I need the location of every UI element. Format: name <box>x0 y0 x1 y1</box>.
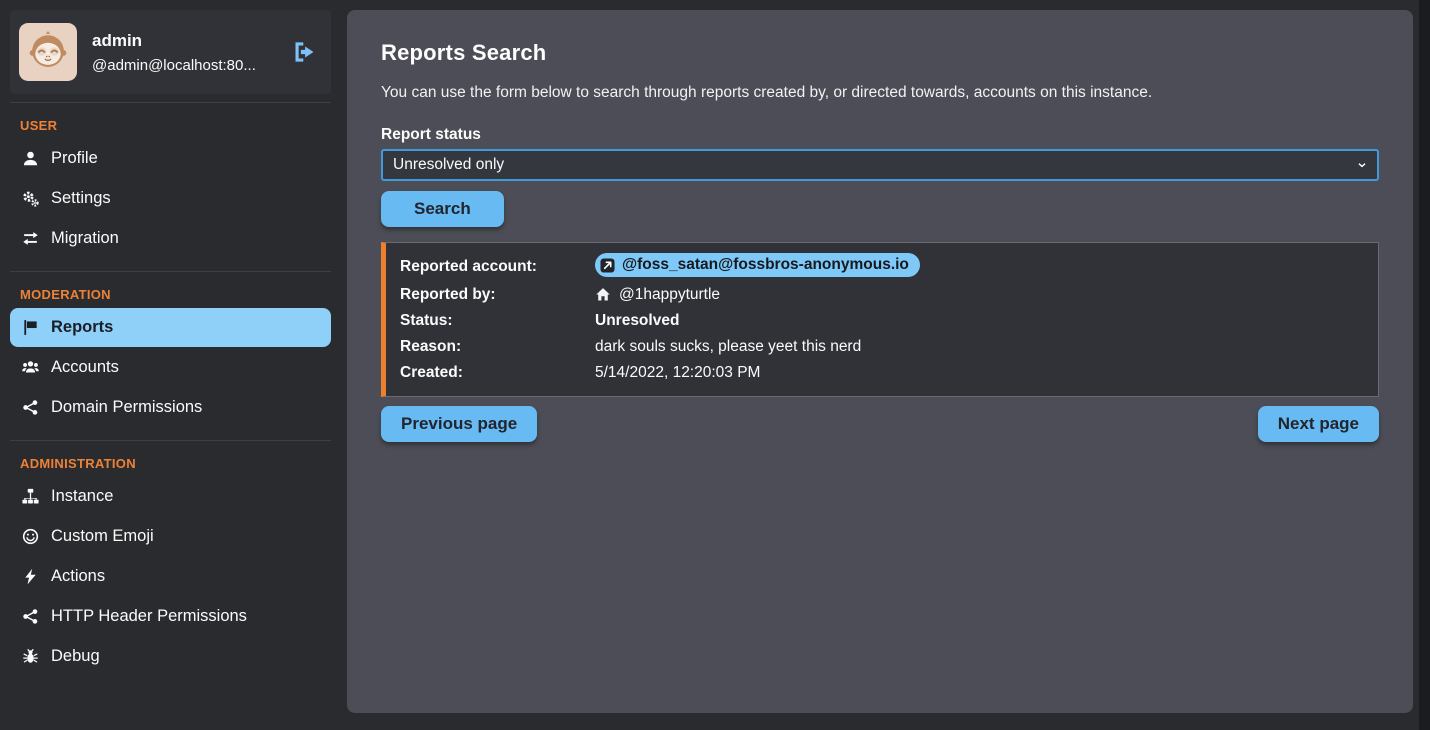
reporter-handle: @1happyturtle <box>619 282 720 308</box>
share-nodes-icon <box>20 399 40 416</box>
report-row-label: Reported account: <box>400 254 595 280</box>
report-status-label: Report status <box>381 126 1379 144</box>
sitemap-icon <box>20 488 40 505</box>
report-reason-value: dark souls sucks, please yeet this nerd <box>595 334 1364 360</box>
home-icon <box>595 287 611 302</box>
scrollbar-track[interactable] <box>1419 0 1430 730</box>
share-nodes-icon <box>20 608 40 625</box>
report-row-reported-by: Reported by: @1happyturtle <box>400 282 1364 308</box>
report-card[interactable]: Reported account: @foss_satan@fossbros-a… <box>381 242 1379 397</box>
sidebar-item-accounts[interactable]: Accounts <box>10 348 331 387</box>
report-row-label: Status: <box>400 308 595 334</box>
user-icon <box>20 150 40 167</box>
sidebar-item-migration[interactable]: Migration <box>10 219 331 258</box>
report-row-status: Status: Unresolved <box>400 308 1364 334</box>
sidebar-item-custom-emoji[interactable]: Custom Emoji <box>10 517 331 556</box>
sidebar-item-profile[interactable]: Profile <box>10 139 331 178</box>
sidebar-item-actions[interactable]: Actions <box>10 557 331 596</box>
nav-section-header: MODERATION <box>10 278 331 307</box>
users-icon <box>20 359 40 376</box>
nav-section-header: ADMINISTRATION <box>10 447 331 476</box>
sidebar-item-reports[interactable]: Reports <box>10 308 331 347</box>
bug-icon <box>20 648 40 665</box>
logout-button[interactable] <box>291 39 317 65</box>
sign-out-icon <box>291 40 317 64</box>
report-created-value: 5/14/2022, 12:20:03 PM <box>595 360 1364 386</box>
sidebar-nav: USER Profile <box>10 102 331 689</box>
previous-page-button[interactable]: Previous page <box>381 406 537 442</box>
reported-account-handle: @foss_satan@fossbros-anonymous.io <box>622 254 909 276</box>
exchange-arrows-icon <box>20 230 40 247</box>
sidebar-item-label: Custom Emoji <box>51 527 154 546</box>
external-link-icon <box>600 258 615 273</box>
sidebar-item-label: Instance <box>51 487 113 506</box>
report-row-label: Created: <box>400 360 595 386</box>
nav-section-user: USER Profile <box>10 102 331 271</box>
user-handle: @admin@localhost:80... <box>92 57 276 74</box>
sidebar-item-label: HTTP Header Permissions <box>51 607 247 626</box>
page-title: Reports Search <box>381 40 1379 66</box>
sidebar-item-domain-permissions[interactable]: Domain Permissions <box>10 388 331 427</box>
sidebar-item-label: Reports <box>51 318 113 337</box>
smiley-icon <box>20 528 40 545</box>
report-row-reported-account: Reported account: @foss_satan@fossbros-a… <box>400 253 1364 282</box>
nav-section-header: USER <box>10 109 331 138</box>
page-description: You can use the form below to search thr… <box>381 84 1379 102</box>
sidebar-item-label: Profile <box>51 149 98 168</box>
sidebar-item-http-header-permissions[interactable]: HTTP Header Permissions <box>10 597 331 636</box>
reported-account-badge[interactable]: @foss_satan@fossbros-anonymous.io <box>595 253 920 277</box>
flag-icon <box>20 319 40 336</box>
user-info: admin @admin@localhost:80... <box>92 31 276 74</box>
report-row-created: Created: 5/14/2022, 12:20:03 PM <box>400 360 1364 386</box>
sidebar-item-settings[interactable]: Settings <box>10 179 331 218</box>
gears-icon <box>20 190 40 207</box>
report-status-select[interactable]: Unresolved only <box>381 149 1379 181</box>
sidebar-item-label: Accounts <box>51 358 119 377</box>
sidebar-item-debug[interactable]: Debug <box>10 637 331 676</box>
report-status-value: Unresolved <box>595 308 1364 334</box>
sidebar-item-label: Actions <box>51 567 105 586</box>
search-button[interactable]: Search <box>381 191 504 227</box>
report-status-selected-value: Unresolved only <box>393 156 504 174</box>
sidebar-item-label: Settings <box>51 189 111 208</box>
pagination: Previous page Next page <box>381 406 1379 442</box>
user-name: admin <box>92 31 276 51</box>
sidebar-item-instance[interactable]: Instance <box>10 477 331 516</box>
sidebar-item-label: Migration <box>51 229 119 248</box>
user-card: admin @admin@localhost:80... <box>10 10 331 94</box>
nav-section-administration: ADMINISTRATION Instance <box>10 440 331 689</box>
nav-section-moderation: MODERATION Reports <box>10 271 331 440</box>
bolt-icon <box>20 568 40 585</box>
sidebar-item-label: Domain Permissions <box>51 398 202 417</box>
report-row-reason: Reason: dark souls sucks, please yeet th… <box>400 334 1364 360</box>
app-root: admin @admin@localhost:80... USER <box>0 0 1430 730</box>
report-row-label: Reason: <box>400 334 595 360</box>
main-panel: Reports Search You can use the form belo… <box>347 10 1413 713</box>
sidebar: admin @admin@localhost:80... USER <box>0 0 347 730</box>
sidebar-item-label: Debug <box>51 647 100 666</box>
next-page-button[interactable]: Next page <box>1258 406 1379 442</box>
chevron-down-icon <box>1355 158 1369 172</box>
avatar <box>19 23 77 81</box>
report-row-label: Reported by: <box>400 282 595 308</box>
